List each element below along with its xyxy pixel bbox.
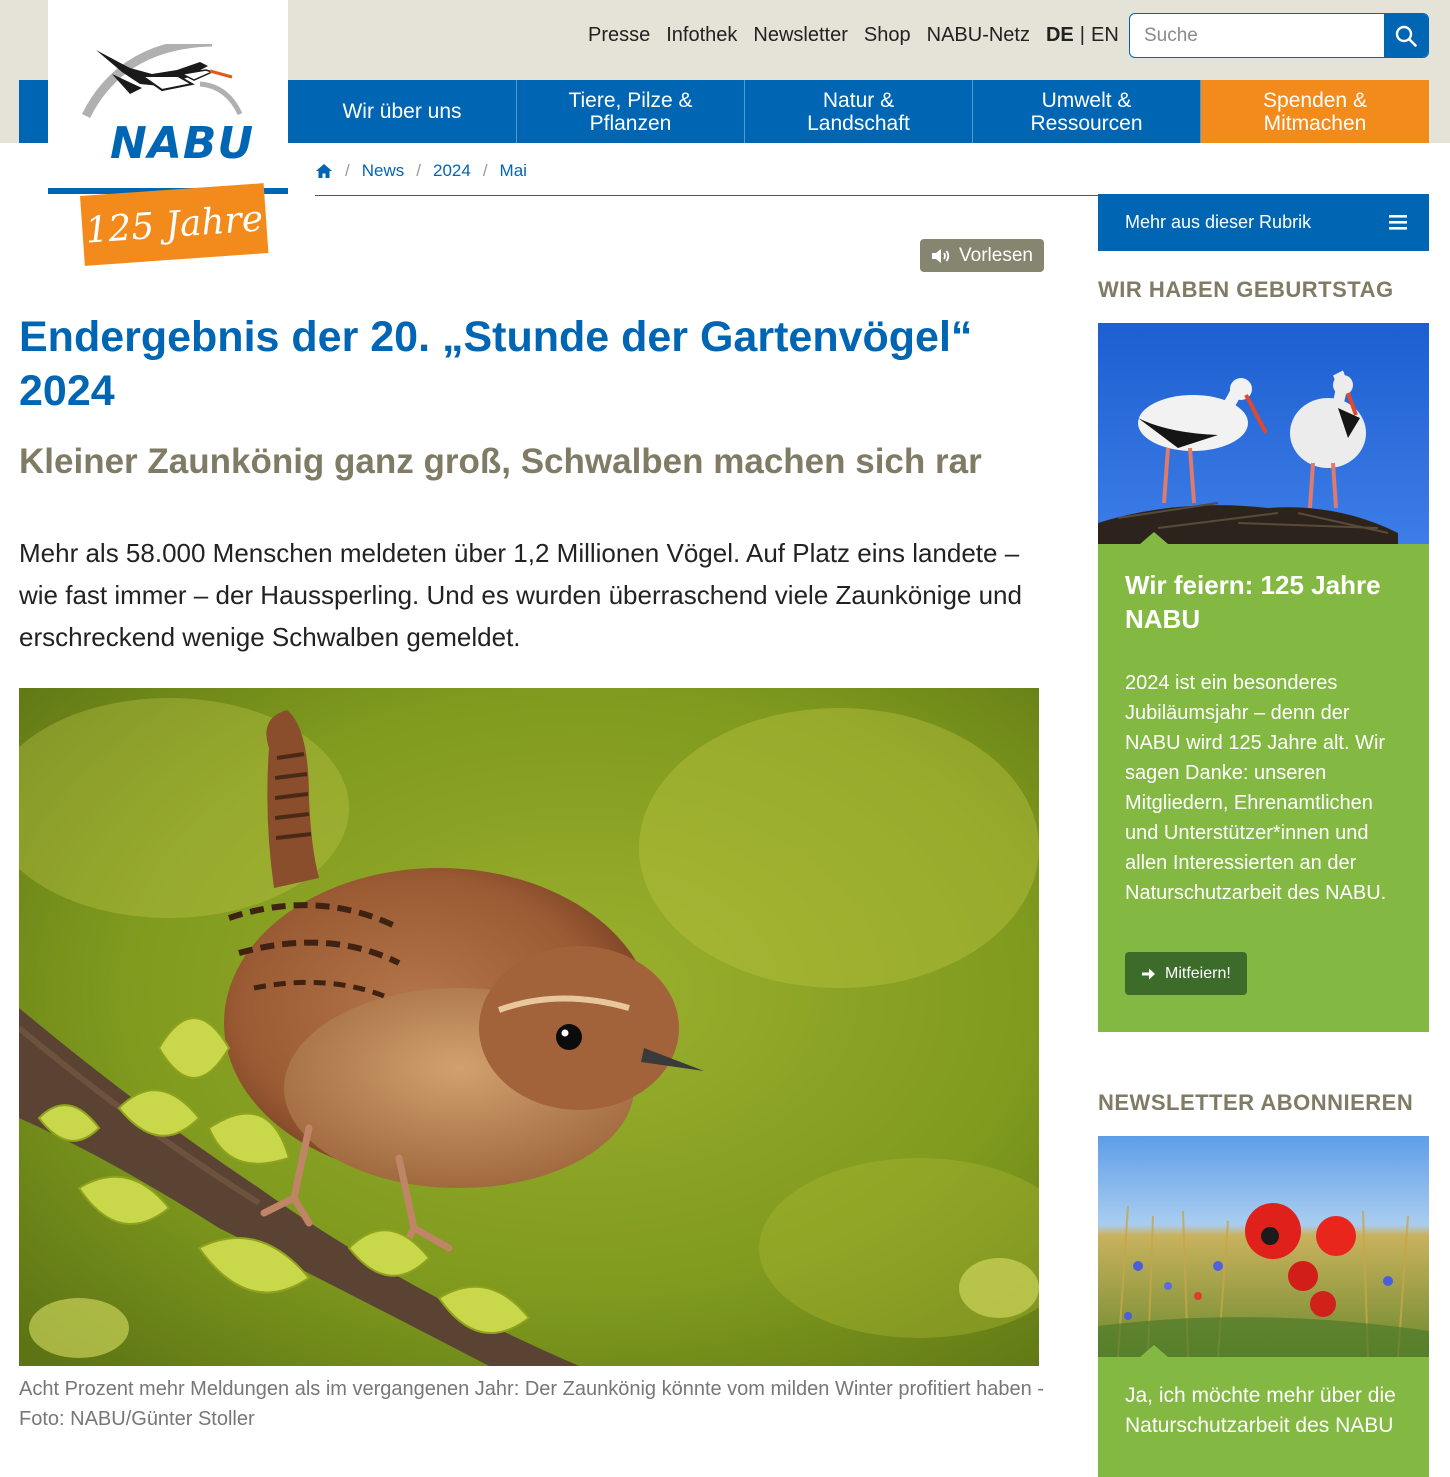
- nav-label: Mitmachen: [1263, 111, 1367, 135]
- birthday-card-text: 2024 ist ein besonderes Jubiläumsjahr – …: [1125, 672, 1387, 904]
- lang-separator: |: [1079, 24, 1085, 46]
- arrow-right-icon: [1142, 968, 1155, 979]
- logo-wordmark: NABU: [110, 118, 255, 169]
- nav-label: Spenden &: [1263, 88, 1367, 112]
- nav-umwelt-ressourcen[interactable]: Umwelt & Ressourcen: [973, 80, 1201, 143]
- meta-link-infothek[interactable]: Infothek: [666, 24, 737, 47]
- home-icon[interactable]: [315, 163, 333, 179]
- wren-illustration: [19, 688, 1039, 1366]
- newsletter-card-title[interactable]: Ja, ich möchte mehr über die Naturschutz…: [1125, 1381, 1402, 1441]
- birthday-card-title[interactable]: Wir feiern: 125 Jahre NABU: [1125, 568, 1402, 636]
- nav-label: Natur &: [822, 88, 895, 112]
- nav-label: Landschaft: [807, 111, 910, 135]
- poppy-field-photo[interactable]: [1098, 1136, 1429, 1357]
- nav-wir-ueber-uns[interactable]: Wir über uns: [288, 80, 517, 143]
- nav-label: Ressourcen: [1030, 111, 1143, 135]
- nav-tiere-pilze-pflanzen[interactable]: Tiere, Pilze & Pflanzen: [517, 80, 745, 143]
- vorlesen-button[interactable]: Vorlesen: [920, 239, 1044, 272]
- article-intro: Mehr als 58.000 Menschen meldeten über 1…: [19, 538, 1022, 652]
- vorlesen-label: Vorlesen: [959, 244, 1033, 266]
- breadcrumb-mai[interactable]: Mai: [500, 161, 527, 181]
- breadcrumb-separator: /: [345, 160, 350, 180]
- nav-strip-left: [19, 80, 48, 143]
- nav-label: Tiere, Pilze &: [568, 88, 693, 112]
- lang-en[interactable]: EN: [1091, 24, 1119, 47]
- storks-illustration: [1098, 323, 1429, 544]
- meta-link-shop[interactable]: Shop: [864, 24, 911, 47]
- poppy-illustration: [1098, 1136, 1429, 1357]
- newsletter-heading: NEWSLETTER ABONNIEREN: [1098, 1090, 1414, 1115]
- meta-navigation: Presse Infothek Newsletter Shop NABU-Net…: [588, 24, 1119, 47]
- nav-spenden-mitmachen[interactable]: Spenden & Mitmachen: [1201, 80, 1429, 143]
- newsletter-card: Ja, ich möchte mehr über die Naturschutz…: [1098, 1345, 1429, 1477]
- menu-icon: [1389, 215, 1407, 230]
- search-input[interactable]: [1130, 14, 1380, 57]
- sidebar: Mehr aus dieser Rubrik WIR HABEN GEBURTS…: [1098, 194, 1429, 1477]
- breadcrumb-separator: /: [416, 160, 421, 180]
- mehr-aus-rubrik-button[interactable]: Mehr aus dieser Rubrik: [1098, 194, 1429, 251]
- article-title: Endergebnis der 20. „Stunde der Gartenvö…: [19, 313, 973, 415]
- mitfeiern-button[interactable]: Mitfeiern!: [1125, 952, 1247, 995]
- birthday-heading: WIR HABEN GEBURTSTAG: [1098, 277, 1394, 302]
- search-box: [1129, 13, 1429, 58]
- meta-link-presse[interactable]: Presse: [588, 24, 650, 47]
- breadcrumb-news[interactable]: News: [362, 161, 405, 181]
- lang-de[interactable]: DE: [1046, 24, 1074, 47]
- breadcrumb: / News / 2024 / Mai: [315, 158, 1098, 196]
- mitfeiern-label: Mitfeiern!: [1165, 964, 1231, 982]
- card-notch: [1140, 1345, 1168, 1357]
- stork-logo-icon: [82, 44, 243, 119]
- search-button[interactable]: [1384, 14, 1428, 57]
- birthday-card: Wir feiern: 125 Jahre NABU 2024 ist ein …: [1098, 532, 1429, 1032]
- breadcrumb-2024[interactable]: 2024: [433, 161, 471, 181]
- main-navigation: Wir über uns Tiere, Pilze & Pflanzen Natu…: [288, 80, 1429, 143]
- nav-label: Pflanzen: [589, 111, 672, 135]
- card-notch: [1140, 532, 1168, 544]
- search-icon: [1395, 25, 1417, 47]
- nav-label: Umwelt &: [1041, 88, 1132, 112]
- breadcrumb-separator: /: [482, 160, 488, 180]
- storks-photo[interactable]: [1098, 323, 1429, 544]
- language-switcher: DE | EN: [1046, 24, 1119, 47]
- anniversary-banner[interactable]: 125 Jahre: [80, 183, 269, 266]
- meta-link-newsletter[interactable]: Newsletter: [753, 24, 847, 47]
- nav-natur-landschaft[interactable]: Natur & Landschaft: [745, 80, 973, 143]
- rubrik-label: Mehr aus dieser Rubrik: [1125, 212, 1312, 232]
- anniversary-label: 125 Jahre: [84, 197, 265, 252]
- nabu-logo[interactable]: NABU: [48, 0, 288, 194]
- meta-link-nabu-netz[interactable]: NABU-Netz: [927, 24, 1030, 47]
- wren-photo[interactable]: [19, 688, 1039, 1366]
- photo-caption: Acht Prozent mehr Meldungen als im verga…: [19, 1378, 1044, 1430]
- article-subtitle: Kleiner Zaunkönig ganz groß, Schwalben m…: [19, 442, 982, 481]
- speaker-icon: [932, 248, 950, 263]
- nav-label: Wir über uns: [342, 100, 462, 123]
